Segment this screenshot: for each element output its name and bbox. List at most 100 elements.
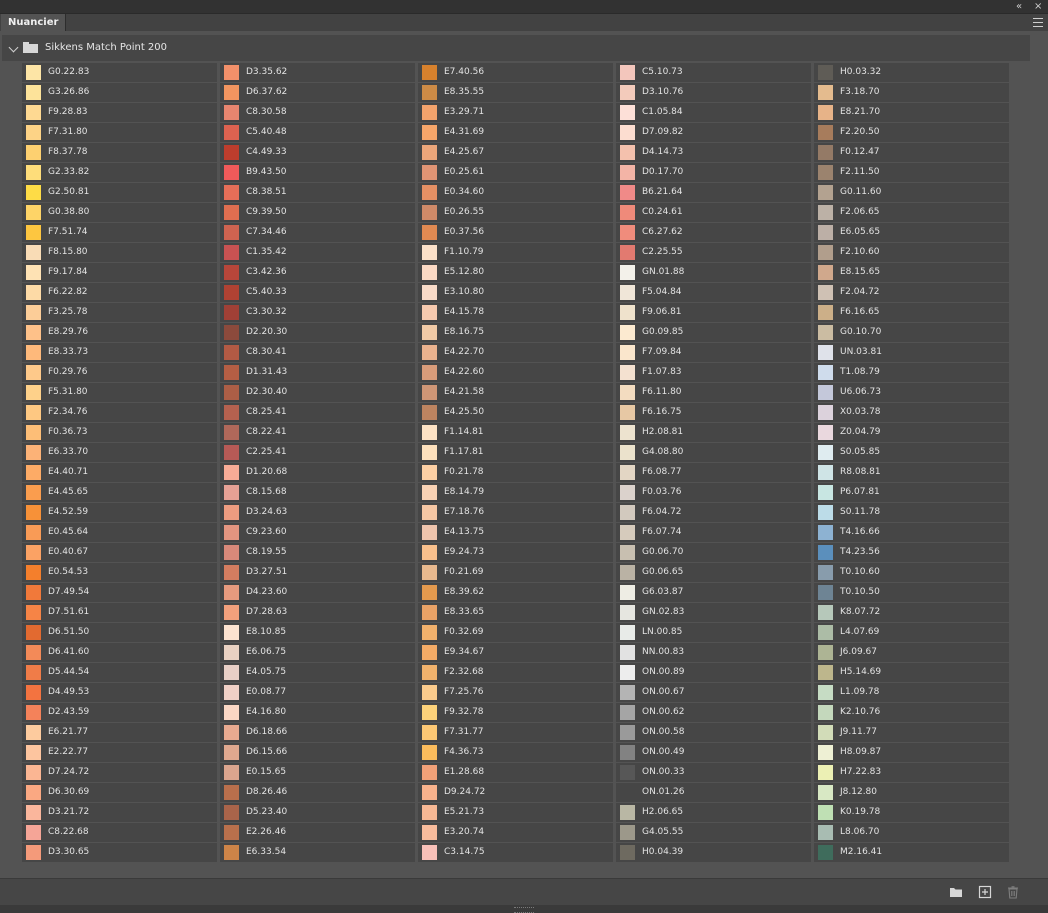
swatch-item[interactable]: E6.06.75 [220,643,415,662]
swatch-color-chip[interactable] [620,165,635,180]
swatch-color-chip[interactable] [224,65,239,80]
swatch-color-chip[interactable] [224,785,239,800]
swatch-item[interactable]: C2.25.41 [220,443,415,462]
swatch-color-chip[interactable] [26,165,41,180]
swatch-item[interactable]: ON.00.58 [616,723,811,742]
swatch-item[interactable]: F6.16.75 [616,403,811,422]
swatch-item[interactable]: F6.16.65 [814,303,1009,322]
swatch-color-chip[interactable] [224,585,239,600]
swatch-item[interactable]: D2.43.59 [22,703,217,722]
swatch-item[interactable]: F2.11.50 [814,163,1009,182]
swatch-item[interactable]: D5.23.40 [220,803,415,822]
swatch-item[interactable]: G4.08.80 [616,443,811,462]
swatch-item[interactable]: F9.32.78 [418,703,613,722]
swatch-color-chip[interactable] [26,265,41,280]
swatch-color-chip[interactable] [620,325,635,340]
swatch-item[interactable]: F1.14.81 [418,423,613,442]
swatch-color-chip[interactable] [224,505,239,520]
swatch-color-chip[interactable] [422,785,437,800]
swatch-item[interactable]: C1.35.42 [220,243,415,262]
swatch-item[interactable]: F3.18.70 [814,83,1009,102]
swatch-color-chip[interactable] [620,505,635,520]
swatch-color-chip[interactable] [422,445,437,460]
swatch-item[interactable]: E4.13.75 [418,523,613,542]
swatch-item[interactable]: C4.49.33 [220,143,415,162]
swatch-item[interactable]: C0.24.61 [616,203,811,222]
swatch-color-chip[interactable] [620,445,635,460]
swatch-item[interactable]: E4.15.78 [418,303,613,322]
swatch-color-chip[interactable] [422,645,437,660]
swatch-item[interactable]: L4.07.69 [814,623,1009,642]
swatch-color-chip[interactable] [224,445,239,460]
swatch-item[interactable]: C8.30.58 [220,103,415,122]
swatch-item[interactable]: T0.10.50 [814,583,1009,602]
swatch-item[interactable]: E0.40.67 [22,543,217,562]
swatch-color-chip[interactable] [224,145,239,160]
swatch-item[interactable]: D5.44.54 [22,663,217,682]
swatch-item[interactable]: C6.27.62 [616,223,811,242]
swatch-item[interactable]: E7.40.56 [418,63,613,82]
swatch-color-chip[interactable] [818,665,833,680]
swatch-color-chip[interactable] [620,425,635,440]
swatch-item[interactable]: E4.25.67 [418,143,613,162]
tab-nuancier[interactable]: Nuancier [1,14,67,31]
swatch-color-chip[interactable] [224,485,239,500]
swatch-color-chip[interactable] [422,805,437,820]
collapse-panel-button[interactable]: « [1016,0,1022,13]
swatch-color-chip[interactable] [224,185,239,200]
swatch-color-chip[interactable] [422,65,437,80]
swatch-color-chip[interactable] [818,425,833,440]
swatch-item[interactable]: LN.00.85 [616,623,811,642]
swatch-color-chip[interactable] [26,285,41,300]
swatch-color-chip[interactable] [224,405,239,420]
swatch-color-chip[interactable] [422,505,437,520]
swatch-item[interactable]: E4.05.75 [220,663,415,682]
swatch-color-chip[interactable] [224,565,239,580]
swatch-color-chip[interactable] [26,65,41,80]
swatch-color-chip[interactable] [224,305,239,320]
swatch-item[interactable]: D8.26.46 [220,783,415,802]
swatch-item[interactable]: F6.22.82 [22,283,217,302]
swatch-item[interactable]: F1.17.81 [418,443,613,462]
swatch-item[interactable]: T0.10.60 [814,563,1009,582]
swatch-color-chip[interactable] [422,605,437,620]
swatch-color-chip[interactable] [620,105,635,120]
swatch-color-chip[interactable] [818,745,833,760]
swatch-item[interactable]: F2.34.76 [22,403,217,422]
swatch-color-chip[interactable] [26,685,41,700]
swatch-item[interactable]: E8.14.79 [418,483,613,502]
swatch-color-chip[interactable] [818,445,833,460]
swatch-item[interactable]: F0.03.76 [616,483,811,502]
swatch-color-chip[interactable] [620,605,635,620]
swatch-color-chip[interactable] [26,125,41,140]
swatch-color-chip[interactable] [224,545,239,560]
swatch-color-chip[interactable] [422,625,437,640]
swatch-item[interactable]: E6.21.77 [22,723,217,742]
swatch-item[interactable]: X0.03.78 [814,403,1009,422]
swatch-item[interactable]: F6.07.74 [616,523,811,542]
swatch-item[interactable]: F0.36.73 [22,423,217,442]
swatch-item[interactable]: U6.06.73 [814,383,1009,402]
swatch-color-chip[interactable] [224,645,239,660]
swatch-color-chip[interactable] [224,745,239,760]
swatch-item[interactable]: G0.09.85 [616,323,811,342]
swatch-item[interactable]: E2.22.77 [22,743,217,762]
swatch-color-chip[interactable] [818,125,833,140]
swatch-color-chip[interactable] [224,625,239,640]
swatch-color-chip[interactable] [422,365,437,380]
swatch-color-chip[interactable] [818,285,833,300]
swatch-color-chip[interactable] [26,785,41,800]
swatch-color-chip[interactable] [422,385,437,400]
swatch-item[interactable]: F9.06.81 [616,303,811,322]
swatch-item[interactable]: G0.22.83 [22,63,217,82]
swatch-color-chip[interactable] [620,65,635,80]
swatch-color-chip[interactable] [818,605,833,620]
swatch-color-chip[interactable] [224,325,239,340]
swatch-item[interactable]: E5.21.73 [418,803,613,822]
swatch-color-chip[interactable] [26,225,41,240]
swatch-color-chip[interactable] [422,585,437,600]
swatch-color-chip[interactable] [224,465,239,480]
swatch-item[interactable]: D3.10.76 [616,83,811,102]
swatch-color-chip[interactable] [26,845,41,860]
swatch-color-chip[interactable] [26,525,41,540]
